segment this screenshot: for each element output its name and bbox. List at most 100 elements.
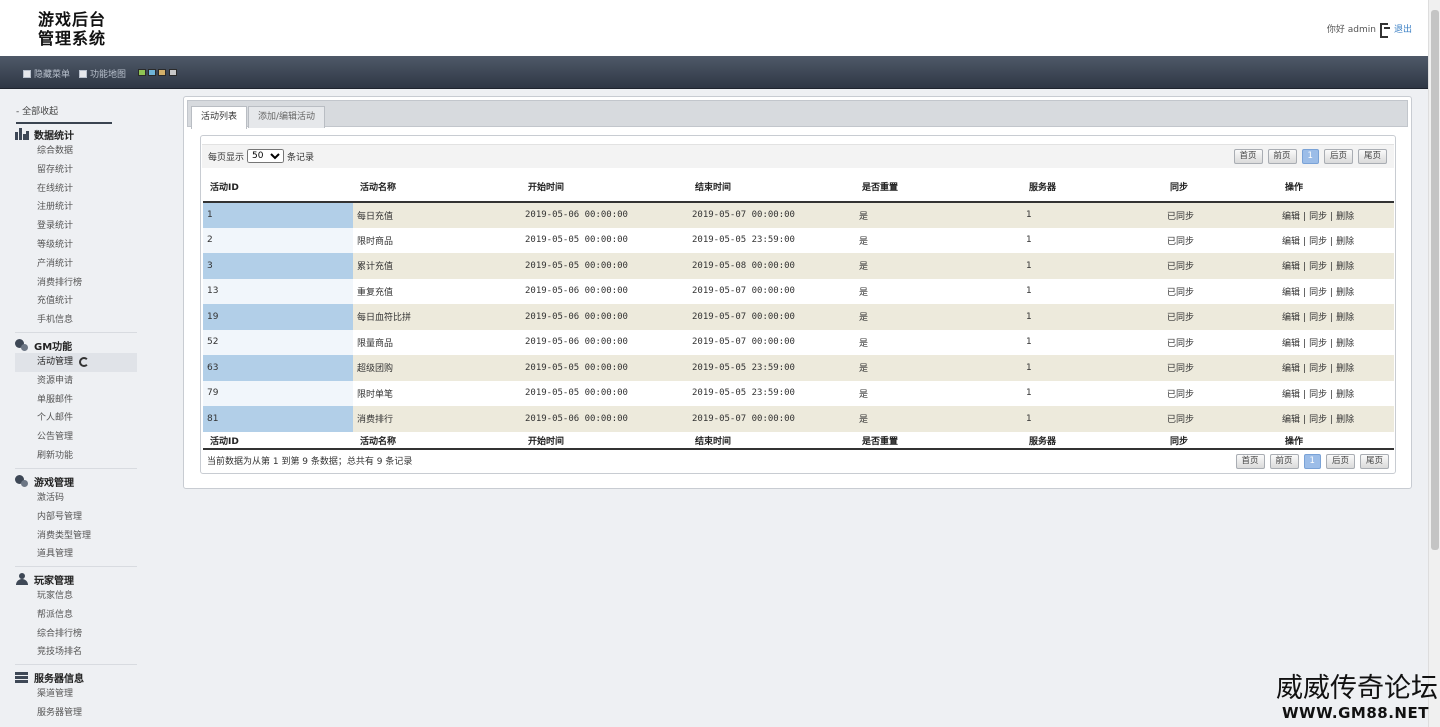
column-header[interactable]: 活动ID [203,172,353,203]
sync-link[interactable]: 同步 [1309,237,1327,247]
column-header[interactable]: 同步 [1163,172,1278,203]
table-row[interactable]: 79 限时单笔 2019-05-05 00:00:00 2019-05-05 23:5… [203,380,1394,406]
sync-link[interactable]: 同步 [1309,288,1327,298]
nav-item[interactable]: 综合数据 [15,142,137,161]
edit-link[interactable]: 编辑 [1282,288,1300,298]
page-scrollbar[interactable] [1428,0,1440,727]
nav-item[interactable]: 充值统计 [15,292,137,311]
per-page-select[interactable]: 50 [247,149,285,163]
nav-item[interactable]: 消费类型管理 [15,527,137,546]
table-row[interactable]: 1 每日充值 2019-05-06 00:00:00 2019-05-07 00:00… [203,202,1394,228]
table-row[interactable]: 81 消费排行 2019-05-06 00:00:00 2019-05-07 00:0… [203,406,1394,432]
nav-item[interactable]: 留存统计 [15,161,137,180]
sync-link[interactable]: 同步 [1309,262,1327,272]
column-header[interactable]: 活动名称 [353,172,521,203]
table-row[interactable]: 3 累计充值 2019-05-05 00:00:00 2019-05-08 00:00… [203,253,1394,279]
nav-item[interactable]: 手机信息 [15,311,137,330]
nav-item[interactable]: 登录统计 [15,217,137,236]
column-header[interactable]: 操作 [1278,172,1394,203]
delete-link[interactable]: 删除 [1336,288,1354,298]
table-row[interactable]: 2 限时商品 2019-05-05 00:00:00 2019-05-05 23:59… [203,227,1394,253]
prev-page-button[interactable]: 前页 [1269,454,1299,469]
column-header[interactable]: 开始时间 [521,172,688,203]
sync-link[interactable]: 同步 [1309,339,1327,349]
current-page-button[interactable]: 1 [1303,454,1321,469]
edit-link[interactable]: 编辑 [1282,237,1300,247]
nav-item[interactable]: 帮派信息 [15,606,137,625]
delete-link[interactable]: 删除 [1336,339,1354,349]
theme-swatch-gray[interactable] [169,69,177,76]
next-page-button[interactable]: 后页 [1325,454,1355,469]
nav-item[interactable]: 产消统计 [15,255,137,274]
edit-link[interactable]: 编辑 [1282,212,1300,222]
nav-group-title[interactable]: 服务器信息 [15,669,137,685]
table-row[interactable]: 19 每日血符比拼 2019-05-06 00:00:00 2019-05-07 00… [203,304,1394,330]
edit-link[interactable]: 编辑 [1282,313,1300,323]
nav-group-title[interactable]: 玩家管理 [15,571,137,587]
scrollbar-thumb[interactable] [1431,10,1439,550]
tab-activity-list[interactable]: 活动列表 [191,106,248,129]
edit-link[interactable]: 编辑 [1282,364,1300,374]
logout-icon[interactable] [1379,23,1390,38]
edit-link[interactable]: 编辑 [1282,339,1300,349]
table-row[interactable]: 52 限量商品 2019-05-06 00:00:00 2019-05-07 00:0… [203,329,1394,355]
collapse-all-link[interactable]: - 全部收起 [16,104,112,124]
nav-item[interactable]: 公告管理 [15,428,137,447]
delete-link[interactable]: 删除 [1336,212,1354,222]
nav-item[interactable]: 注册统计 [15,198,137,217]
nav-item[interactable]: 个人邮件 [15,409,137,428]
first-page-button[interactable]: 首页 [1233,149,1263,164]
delete-link[interactable]: 删除 [1336,237,1354,247]
edit-link[interactable]: 编辑 [1282,415,1300,425]
hide-menu-button[interactable]: 隐藏菜单 [23,67,70,80]
column-header[interactable]: 结束时间 [688,172,855,203]
sync-link[interactable]: 同步 [1309,390,1327,400]
sync-link[interactable]: 同步 [1309,212,1327,222]
delete-link[interactable]: 删除 [1336,313,1354,323]
nav-item[interactable]: 等级统计 [15,236,137,255]
nav-item[interactable]: 服务器管理 [15,704,137,723]
prev-page-button[interactable]: 前页 [1267,149,1297,164]
delete-link[interactable]: 删除 [1336,415,1354,425]
nav-item[interactable]: 资源申请 [15,372,137,391]
delete-link[interactable]: 删除 [1336,390,1354,400]
sync-link[interactable]: 同步 [1309,313,1327,323]
next-page-button[interactable]: 后页 [1323,149,1353,164]
nav-item[interactable]: 内部号管理 [15,508,137,527]
nav-item[interactable]: 竞技场排名 [15,643,137,662]
theme-swatch-tan[interactable] [158,69,166,76]
column-header[interactable]: 是否重置 [855,172,1022,203]
nav-item[interactable]: 激活码 [15,489,137,508]
nav-item[interactable]: 道具管理 [15,545,137,564]
sync-link[interactable]: 同步 [1309,364,1327,374]
tab-add-edit-activity[interactable]: 添加/编辑活动 [248,106,326,128]
logout-link[interactable]: 退出 [1394,22,1412,35]
nav-item[interactable]: 消费排行榜 [15,274,137,293]
edit-link[interactable]: 编辑 [1282,390,1300,400]
delete-link[interactable]: 删除 [1336,364,1354,374]
last-page-button[interactable]: 尾页 [1357,149,1387,164]
nav-item[interactable]: 玩家信息 [15,587,137,606]
nav-group-title[interactable]: 游戏管理 [15,473,137,489]
table-row[interactable]: 63 超级团购 2019-05-05 00:00:00 2019-05-05 23:5… [203,355,1394,381]
nav-group-title[interactable]: GM功能 [15,337,137,353]
nav-group-title[interactable]: 数据统计 [15,126,137,142]
nav-item[interactable]: 刷新功能 [15,447,137,466]
first-page-button[interactable]: 首页 [1235,454,1265,469]
column-header[interactable]: 服务器 [1022,172,1163,203]
current-page-button[interactable]: 1 [1301,149,1319,164]
function-map-button[interactable]: 功能地图 [79,67,126,80]
last-page-button[interactable]: 尾页 [1359,454,1389,469]
nav-item[interactable]: 单服邮件 [15,391,137,410]
nav-item[interactable]: 综合排行榜 [15,625,137,644]
sync-link[interactable]: 同步 [1309,415,1327,425]
table-row[interactable]: 13 重复充值 2019-05-06 00:00:00 2019-05-07 00:0… [203,278,1394,304]
nav-item-active[interactable]: 活动管理 [15,353,137,372]
theme-swatch-blue[interactable] [148,69,156,76]
refresh-icon[interactable] [79,356,90,367]
theme-swatch-green[interactable] [138,69,146,76]
nav-item[interactable]: 渠道管理 [15,685,137,704]
delete-link[interactable]: 删除 [1336,262,1354,272]
edit-link[interactable]: 编辑 [1282,262,1300,272]
nav-item[interactable]: 在线统计 [15,180,137,199]
